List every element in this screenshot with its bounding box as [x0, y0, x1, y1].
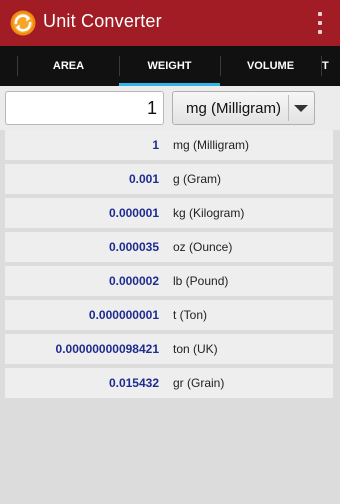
result-unit: g (Gram) [173, 172, 221, 186]
result-value: 0.001 [128, 172, 159, 186]
results-list: 1 mg (Milligram) 0.001 g (Gram) 0.000001… [5, 130, 333, 402]
value-input[interactable] [5, 91, 164, 125]
action-bar: Unit Converter [0, 0, 340, 46]
result-value: 0.000002 [108, 274, 159, 288]
result-unit: oz (Ounce) [173, 240, 233, 254]
result-row[interactable]: 0.000002 lb (Pound) [5, 266, 333, 296]
tab-partial-right[interactable]: T [322, 46, 340, 86]
unit-dropdown-label: mg (Milligram) [186, 100, 281, 117]
result-row[interactable]: 0.000001 kg (Kilogram) [5, 198, 333, 228]
result-unit: t (Ton) [173, 308, 208, 322]
result-value: 0.015432 [108, 376, 159, 390]
chevron-down-icon[interactable] [294, 105, 308, 112]
result-value: 0.000035 [108, 240, 159, 254]
result-unit: ton (UK) [173, 342, 218, 356]
tab-area[interactable]: AREA [18, 46, 119, 86]
tab-weight[interactable]: WEIGHT [119, 46, 220, 86]
result-row[interactable]: 0.015432 gr (Grain) [5, 368, 333, 398]
result-row[interactable]: 0.00000000098421 ton (UK) [5, 334, 333, 364]
tab-volume[interactable]: VOLUME [220, 46, 321, 86]
result-value: 0.000000001 [88, 308, 159, 322]
result-row[interactable]: 0.000035 oz (Ounce) [5, 232, 333, 262]
result-unit: gr (Grain) [173, 376, 225, 390]
unit-dropdown[interactable]: mg (Milligram) [172, 91, 315, 125]
result-row[interactable]: 0.000000001 t (Ton) [5, 300, 333, 330]
app-title: Unit Converter [43, 11, 162, 31]
overflow-menu-icon[interactable] [316, 12, 324, 34]
result-value: 1 [152, 138, 159, 152]
result-unit: lb (Pound) [173, 274, 229, 288]
result-unit: kg (Kilogram) [173, 206, 245, 220]
input-row: mg (Milligram) [0, 86, 340, 130]
result-unit: mg (Milligram) [173, 138, 249, 152]
result-row[interactable]: 1 mg (Milligram) [5, 130, 333, 160]
result-value: 0.00000000098421 [55, 342, 159, 356]
result-row[interactable]: 0.001 g (Gram) [5, 164, 333, 194]
result-value: 0.000001 [108, 206, 159, 220]
refresh-arrows-icon[interactable] [10, 10, 36, 36]
dropdown-divider [288, 95, 289, 121]
tab-bar: AREA WEIGHT VOLUME T [0, 46, 340, 86]
tab-partial-left[interactable] [0, 46, 16, 86]
